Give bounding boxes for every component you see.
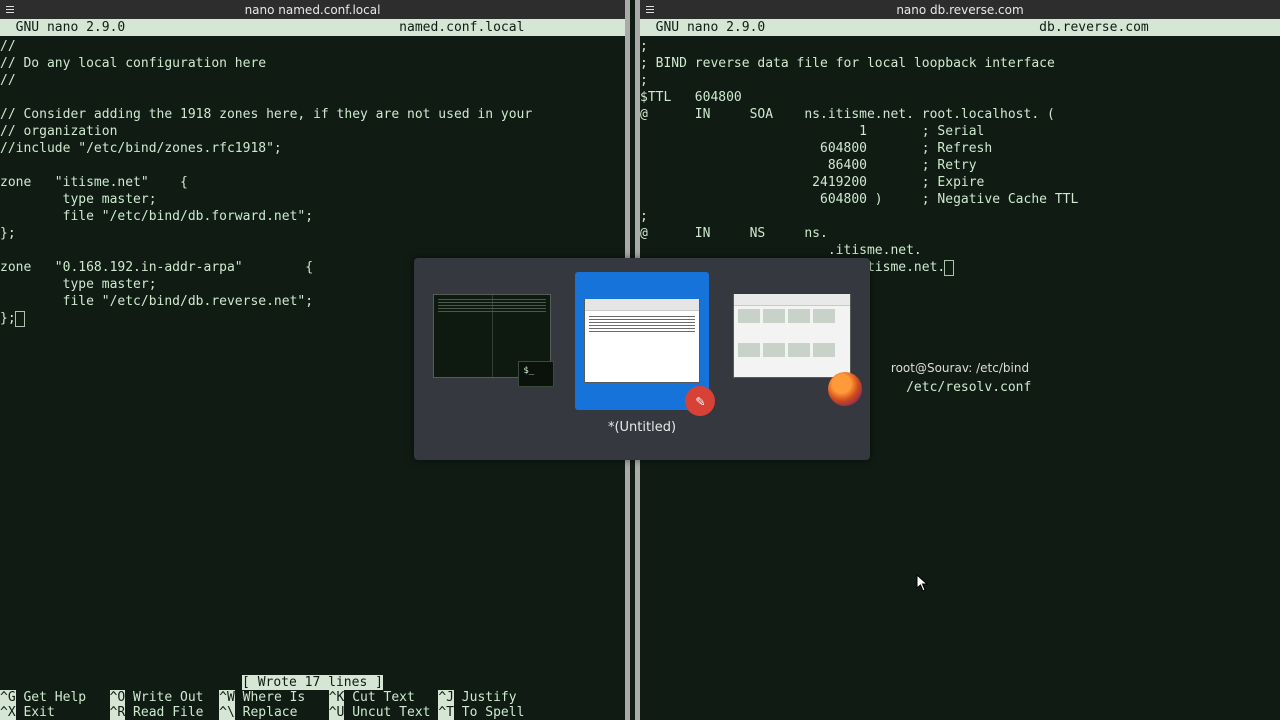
- right-nano-header: GNU nano 2.9.0 db.reverse.com: [640, 19, 1280, 36]
- switcher-item-browser[interactable]: [727, 272, 856, 400]
- switcher-caption: *(Untitled): [608, 420, 676, 435]
- right-window-title: nano db.reverse.com: [640, 3, 1280, 17]
- switcher-item-terminal[interactable]: [428, 272, 557, 400]
- right-editor-content[interactable]: ; ; BIND reverse data file for local loo…: [640, 36, 1280, 276]
- right-titlebar: nano db.reverse.com: [640, 0, 1280, 19]
- left-nano-header: GNU nano 2.9.0 named.conf.local: [0, 19, 625, 36]
- hamburger-icon[interactable]: [640, 0, 658, 19]
- firefox-icon: [828, 372, 862, 406]
- left-shortcuts-row-2: ^X Exit ^R Read File ^\ Replace ^U Uncut…: [0, 705, 625, 720]
- left-status-line: [ Wrote 17 lines ]: [0, 675, 625, 690]
- switcher-item-editor[interactable]: ✎: [575, 272, 710, 410]
- left-titlebar: nano named.conf.local: [0, 0, 625, 19]
- editor-badge-icon: ✎: [685, 386, 715, 416]
- left-shortcuts-row-1: ^G Get Help ^O Write Out ^W Where Is ^K …: [0, 690, 625, 705]
- terminal-icon: [518, 361, 554, 387]
- left-bottom-bar: [ Wrote 17 lines ] ^G Get Help ^O Write …: [0, 675, 625, 720]
- switcher-thumbs: ✎: [428, 272, 856, 410]
- left-window-title: nano named.conf.local: [0, 3, 625, 17]
- app-switcher[interactable]: ✎ *(Untitled): [414, 258, 870, 460]
- hamburger-icon[interactable]: [0, 0, 18, 19]
